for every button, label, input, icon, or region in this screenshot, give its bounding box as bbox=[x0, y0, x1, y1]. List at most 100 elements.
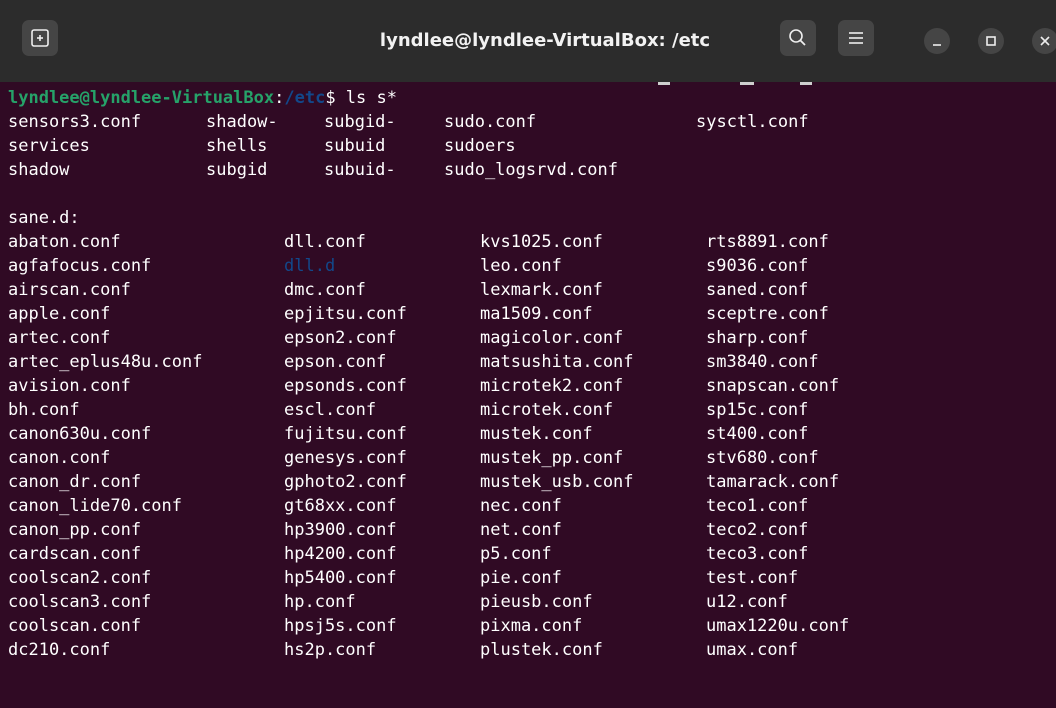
file-entry: umax.conf bbox=[706, 640, 799, 660]
minimize-icon bbox=[933, 44, 941, 46]
hamburger-menu-icon bbox=[849, 32, 863, 44]
directory-header: sane.d: bbox=[8, 208, 80, 228]
file-entry: sudo.conf bbox=[444, 112, 537, 132]
file-entry: coolscan.conf bbox=[8, 616, 142, 636]
file-entry: dc210.conf bbox=[8, 640, 111, 660]
file-entry: matsushita.conf bbox=[480, 352, 634, 372]
file-entry: canon_pp.conf bbox=[8, 520, 142, 540]
file-entry: sm3840.conf bbox=[706, 352, 819, 372]
file-entry: magicolor.conf bbox=[480, 328, 624, 348]
prompt-line: lyndlee@lyndlee-VirtualBox:/etc$ ls s* bbox=[8, 86, 397, 110]
ls-row: dc210.conf hs2p.conf plustek.conf umax.c… bbox=[8, 638, 798, 662]
file-entry: epson.conf bbox=[284, 352, 387, 372]
file-entry: subgid bbox=[206, 160, 268, 180]
file-entry: escl.conf bbox=[284, 400, 377, 420]
file-entry: st400.conf bbox=[706, 424, 809, 444]
file-entry: sensors3.conf bbox=[8, 112, 142, 132]
render-artifact bbox=[658, 82, 670, 85]
file-entry: cardscan.conf bbox=[8, 544, 142, 564]
file-entry: agfafocus.conf bbox=[8, 256, 152, 276]
file-entry: airscan.conf bbox=[8, 280, 131, 300]
file-entry: teco1.conf bbox=[706, 496, 809, 516]
ls-row: bh.conf escl.conf microtek.conf sp15c.co… bbox=[8, 398, 808, 422]
file-entry: avision.conf bbox=[8, 376, 131, 396]
file-entry: s9036.conf bbox=[706, 256, 809, 276]
prompt-user-host: lyndlee@lyndlee-VirtualBox bbox=[8, 88, 275, 108]
file-entry: abaton.conf bbox=[8, 232, 121, 252]
ls-row: canon_dr.conf gphoto2.conf mustek_usb.co… bbox=[8, 470, 839, 494]
ls-row: shadow subgid subuid- sudo_logsrvd.conf bbox=[8, 158, 618, 182]
ls-row: sensors3.conf shadow- subgid- sudo.conf … bbox=[8, 110, 809, 134]
file-entry: canon.conf bbox=[8, 448, 111, 468]
ls-row: cardscan.conf hp4200.conf p5.conf teco3.… bbox=[8, 542, 808, 566]
file-entry: teco3.conf bbox=[706, 544, 809, 564]
terminal-output[interactable]: lyndlee@lyndlee-VirtualBox:/etc$ ls s* s… bbox=[0, 82, 1056, 708]
file-entry: sp15c.conf bbox=[706, 400, 809, 420]
ls-row: canon630u.conf fujitsu.conf mustek.conf … bbox=[8, 422, 808, 446]
file-entry: hp3900.conf bbox=[284, 520, 397, 540]
file-entry: sudo_logsrvd.conf bbox=[444, 160, 618, 180]
new-tab-button[interactable] bbox=[22, 20, 58, 56]
file-entry: subuid bbox=[324, 136, 386, 156]
render-artifact bbox=[800, 82, 812, 85]
file-entry: ma1509.conf bbox=[480, 304, 593, 324]
ls-row: services shells subuid sudoers bbox=[8, 134, 516, 158]
file-entry: shells bbox=[206, 136, 268, 156]
file-entry: pie.conf bbox=[480, 568, 562, 588]
file-entry: microtek2.conf bbox=[480, 376, 624, 396]
file-entry: canon_dr.conf bbox=[8, 472, 142, 492]
file-entry: bh.conf bbox=[8, 400, 80, 420]
close-button[interactable] bbox=[1032, 28, 1056, 54]
file-entry: net.conf bbox=[480, 520, 562, 540]
search-icon bbox=[789, 29, 806, 46]
file-entry: canon_lide70.conf bbox=[8, 496, 182, 516]
file-entry: stv680.conf bbox=[706, 448, 819, 468]
ls-row: canon_pp.conf hp3900.conf net.conf teco2… bbox=[8, 518, 808, 542]
directory-entry: dll.d bbox=[284, 256, 336, 276]
file-entry: rts8891.conf bbox=[706, 232, 829, 252]
file-entry: shadow- bbox=[206, 112, 278, 132]
file-entry: mustek_usb.conf bbox=[480, 472, 634, 492]
file-entry: plustek.conf bbox=[480, 640, 603, 660]
file-entry: shadow bbox=[8, 160, 70, 180]
file-entry: dmc.conf bbox=[284, 280, 366, 300]
file-entry: hp4200.conf bbox=[284, 544, 397, 564]
file-entry: microtek.conf bbox=[480, 400, 614, 420]
ls-row: apple.conf epjitsu.conf ma1509.conf scep… bbox=[8, 302, 829, 326]
file-entry: leo.conf bbox=[480, 256, 562, 276]
ls-row: coolscan.conf hpsj5s.conf pixma.conf uma… bbox=[8, 614, 849, 638]
prompt-symbol: $ bbox=[325, 88, 336, 108]
file-entry: nec.conf bbox=[480, 496, 562, 516]
file-entry: services bbox=[8, 136, 90, 156]
ls-row: agfafocus.conf dll.d leo.conf s9036.conf bbox=[8, 254, 808, 278]
window-title: lyndlee@lyndlee-VirtualBox: /etc bbox=[379, 30, 711, 51]
file-entry: artec_eplus48u.conf bbox=[8, 352, 203, 372]
file-entry: pieusb.conf bbox=[480, 592, 593, 612]
minimize-button[interactable] bbox=[924, 28, 950, 54]
file-entry: sharp.conf bbox=[706, 328, 809, 348]
title-bar[interactable]: lyndlee@lyndlee-VirtualBox: /etc bbox=[0, 0, 1056, 82]
file-entry: umax1220u.conf bbox=[706, 616, 850, 636]
file-entry: tamarack.conf bbox=[706, 472, 840, 492]
file-entry: sysctl.conf bbox=[696, 112, 809, 132]
search-button[interactable] bbox=[780, 20, 816, 56]
render-artifact bbox=[740, 82, 754, 85]
file-entry: hp5400.conf bbox=[284, 568, 397, 588]
file-entry: lexmark.conf bbox=[480, 280, 603, 300]
file-entry: coolscan3.conf bbox=[8, 592, 152, 612]
file-entry: hs2p.conf bbox=[284, 640, 377, 660]
file-entry: coolscan2.conf bbox=[8, 568, 152, 588]
file-entry: teco2.conf bbox=[706, 520, 809, 540]
ls-row: coolscan3.conf hp.conf pieusb.conf u12.c… bbox=[8, 590, 788, 614]
file-entry: saned.conf bbox=[706, 280, 809, 300]
file-entry: hpsj5s.conf bbox=[284, 616, 397, 636]
ls-row: airscan.conf dmc.conf lexmark.conf saned… bbox=[8, 278, 808, 302]
maximize-button[interactable] bbox=[978, 28, 1004, 54]
file-entry: dll.conf bbox=[284, 232, 366, 252]
ls-row: canon.conf genesys.conf mustek_pp.conf s… bbox=[8, 446, 819, 470]
file-entry: kvs1025.conf bbox=[480, 232, 603, 252]
menu-button[interactable] bbox=[838, 20, 874, 56]
ls-row: avision.conf epsonds.conf microtek2.conf… bbox=[8, 374, 839, 398]
ls-row: artec_eplus48u.conf epson.conf matsushit… bbox=[8, 350, 819, 374]
file-entry: apple.conf bbox=[8, 304, 111, 324]
